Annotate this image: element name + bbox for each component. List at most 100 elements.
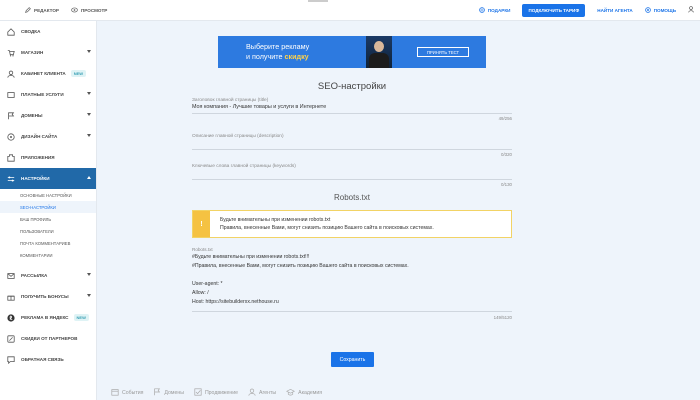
submenu-comments-mail[interactable]: Почта комментариев <box>0 237 96 249</box>
submenu-comments[interactable]: Комментарии <box>0 249 96 261</box>
footer-promotion-label: Продвижение <box>204 390 239 396</box>
keywords-field-input[interactable] <box>192 170 512 177</box>
field-underline <box>192 179 512 180</box>
title-field-input[interactable]: Моя компания - Лучшие товары и услуги в … <box>192 104 512 111</box>
page-title: SEO-настройки <box>317 81 387 92</box>
description-field[interactable]: Описание главной страницы (description) … <box>192 134 512 157</box>
footer-promotion-link[interactable]: Продвижение <box>194 388 238 398</box>
chat-icon <box>7 355 15 364</box>
save-button[interactable]: Сохранить <box>331 352 374 367</box>
services-icon <box>7 91 15 99</box>
preview-label: Просмотр <box>80 7 108 13</box>
user-account-button[interactable] <box>688 6 694 14</box>
footer-agents-link[interactable]: Агенты <box>248 388 276 398</box>
sidebar-item-label: Настройки <box>21 176 50 181</box>
flag-icon <box>153 388 161 398</box>
footer-domains-label: Домены <box>164 390 184 396</box>
sidebar-item-label: Рассылка <box>21 273 48 278</box>
find-agent-link[interactable]: Найти агента <box>597 8 632 13</box>
chevron-down-icon <box>87 113 91 116</box>
editor-label: Редактор <box>34 7 59 13</box>
help-label: Помощь <box>653 7 676 13</box>
warning-line2: Правила, внесенные Вами, могут снизить п… <box>220 225 434 231</box>
flag-icon <box>7 111 15 120</box>
robots-section-title: Robots.txt <box>333 193 370 202</box>
find-agent-label: Найти агента <box>597 7 633 13</box>
banner-line2: и получите скидку <box>246 52 309 62</box>
sidebar-item-paid-services[interactable]: Платные услуги <box>0 84 96 105</box>
sidebar-item-label: Получить бонусы <box>21 294 69 299</box>
submenu-seo-settings[interactable]: SEO-настройки <box>0 201 96 213</box>
sidebar-item-label: Платные услуги <box>21 92 64 97</box>
chevron-down-icon <box>87 134 91 137</box>
help-button[interactable]: Помощь <box>644 6 676 14</box>
chevron-down-icon <box>87 50 91 53</box>
chevron-down-icon <box>87 92 91 95</box>
banner-take-test-button[interactable]: Принять тест <box>417 47 469 57</box>
sidebar-item-mailing[interactable]: Рассылка <box>0 265 96 286</box>
globe-icon <box>479 6 485 14</box>
promo-banner[interactable]: Выберите рекламу и получите скидку Приня… <box>218 36 486 68</box>
sidebar-item-apps[interactable]: Приложения <box>0 147 96 168</box>
sidebar-item-settings[interactable]: Настройки <box>0 168 96 189</box>
calendar-icon <box>111 388 119 398</box>
palette-icon <box>7 132 15 141</box>
gifts-button[interactable]: Подарки <box>479 6 511 14</box>
sidebar-item-domains[interactable]: Домены <box>0 105 96 126</box>
footer-domains-link[interactable]: Домены <box>153 388 184 398</box>
title-field[interactable]: Заголовок главной страницы (title) Моя к… <box>192 98 512 121</box>
promotion-icon <box>194 388 202 398</box>
main-content: Выберите рекламу и получите скидку Приня… <box>97 21 700 400</box>
robots-counter: 149/5120 <box>493 315 512 320</box>
submenu-profile[interactable]: Ваш профиль <box>0 213 96 225</box>
sidebar-item-feedback[interactable]: Обратная связь <box>0 349 96 370</box>
gifts-label: Подарки <box>487 7 511 13</box>
mail-icon <box>7 272 15 280</box>
sidebar-item-bonuses[interactable]: Получить бонусы <box>0 286 96 307</box>
banner-line2-highlight: скидку <box>284 52 309 61</box>
keywords-field-label: Ключевые слова главной страницы (keyword… <box>192 164 296 169</box>
banner-line2-prefix: и получите <box>246 52 285 61</box>
person-body <box>369 53 389 68</box>
agent-icon <box>248 388 256 398</box>
keywords-field[interactable]: Ключевые слова главной страницы (keyword… <box>192 164 512 187</box>
footer-academy-label: Академия <box>298 390 323 396</box>
help-icon <box>644 6 651 14</box>
new-badge: new <box>73 314 89 321</box>
preview-button[interactable]: Просмотр <box>71 7 107 14</box>
home-icon <box>7 27 15 36</box>
title-field-counter: 49/256 <box>498 116 512 121</box>
sidebar-item-client-cabinet[interactable]: Кабинет клиента new <box>0 63 96 84</box>
sliders-icon <box>7 175 15 183</box>
robots-textarea[interactable]: #Будьте внимательны при изменении robots… <box>192 253 512 307</box>
field-underline <box>192 113 512 114</box>
sidebar-item-design[interactable]: Дизайн сайта <box>0 126 96 147</box>
footer-events-link[interactable]: События <box>111 388 143 398</box>
sidebar-item-partner-discounts[interactable]: Скидки от партнеров <box>0 328 96 349</box>
banner-person-image <box>366 36 392 68</box>
sidebar-item-label: Скидки от партнеров <box>21 336 78 341</box>
sidebar-item-label: Магазин <box>21 50 44 55</box>
footer-events-label: События <box>122 390 144 396</box>
connect-tariff-button[interactable]: Подключить тариф <box>522 3 586 17</box>
sidebar-item-shop[interactable]: Магазин <box>0 42 96 63</box>
submenu-users[interactable]: Пользователи <box>0 225 96 237</box>
graduation-cap-icon <box>286 388 296 398</box>
editor-button[interactable]: Редактор <box>25 6 59 14</box>
sidebar-item-label: Приложения <box>21 155 55 160</box>
sidebar-item-yandex-ads[interactable]: Реклама в Яндекс new <box>0 307 96 328</box>
robots-field[interactable]: Robots.txt #Будьте внимательны при измен… <box>192 247 512 320</box>
sidebar-item-label: Сводка <box>21 29 41 34</box>
robots-warning: ! Будьте внимательны при изменении robot… <box>192 210 512 238</box>
new-badge: new <box>70 70 87 77</box>
warning-line1: Будьте внимательны при изменении robots.… <box>220 217 331 223</box>
description-field-input[interactable] <box>192 140 512 147</box>
apps-icon <box>7 153 15 162</box>
chevron-down-icon <box>87 294 91 297</box>
footer-academy-link[interactable]: Академия <box>286 388 322 398</box>
client-icon <box>7 70 15 78</box>
sidebar-item-summary[interactable]: Сводка <box>0 21 96 42</box>
submenu-basic-settings[interactable]: Основные настройки <box>0 189 96 201</box>
field-underline <box>192 311 512 312</box>
field-underline <box>192 149 512 150</box>
